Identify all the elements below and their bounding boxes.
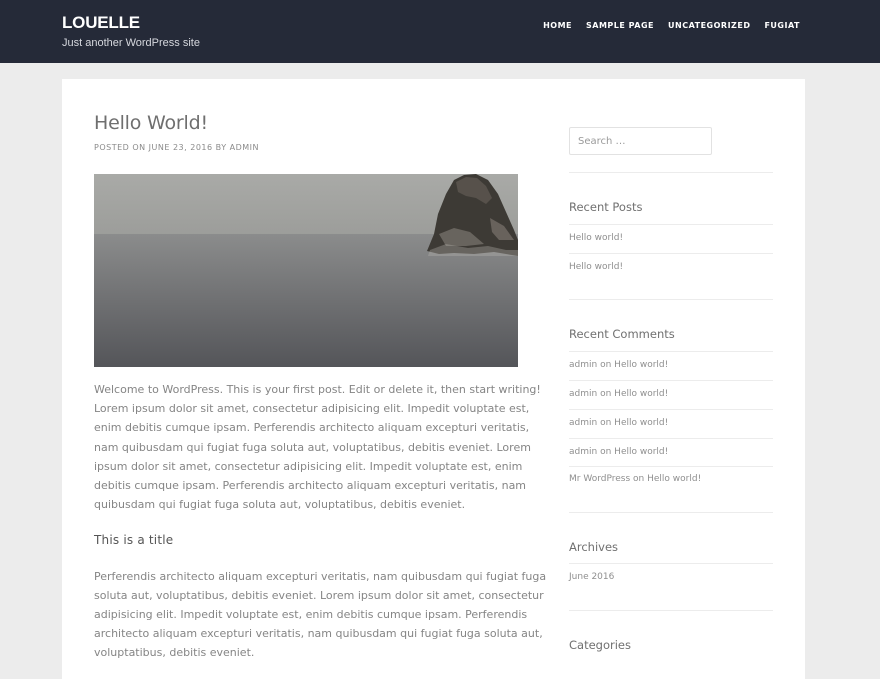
divider (569, 438, 773, 439)
comment-post-link[interactable]: Hello world! (614, 447, 668, 457)
categories-title: Categories (569, 638, 631, 652)
nav-fugiat[interactable]: FUGIAT (764, 20, 800, 32)
content-card: Hello World! POSTED ON JUNE 23, 2016 BY … (62, 79, 805, 679)
post-date-link[interactable]: JUNE 23, 2016 (149, 143, 213, 152)
sidebar: Recent Posts Hello world! Hello world! R… (569, 79, 773, 679)
recent-comment-item: admin on Hello world! (569, 360, 668, 370)
recent-comments-title: Recent Comments (569, 327, 675, 341)
comment-post-link[interactable]: Hello world! (614, 360, 668, 370)
search-input[interactable] (569, 127, 712, 155)
recent-post-item: Hello world! (569, 262, 623, 272)
comment-on: on (600, 447, 612, 457)
recent-post-link[interactable]: Hello world! (569, 262, 623, 272)
divider (569, 610, 773, 611)
sea-rock-image (94, 174, 518, 367)
archives-title: Archives (569, 540, 619, 554)
recent-post-link[interactable]: Hello world! (569, 233, 623, 243)
post-author-link[interactable]: ADMIN (230, 143, 259, 152)
recent-post-item: Hello world! (569, 233, 623, 243)
nav-uncategorized[interactable]: UNCATEGORIZED (668, 20, 750, 32)
recent-comment-item: Mr WordPress on Hello world! (569, 474, 701, 484)
meta-by: BY (215, 143, 227, 152)
comment-on: on (600, 360, 612, 370)
divider (569, 380, 773, 381)
archive-item: June 2016 (569, 572, 614, 582)
nav-home[interactable]: HOME (543, 20, 572, 32)
comment-author: admin (569, 447, 598, 457)
comment-post-link[interactable]: Hello world! (614, 418, 668, 428)
meta-posted-on: POSTED ON (94, 143, 146, 152)
post-subheading: This is a title (94, 533, 174, 548)
divider (569, 299, 773, 300)
recent-posts-title: Recent Posts (569, 200, 643, 214)
comment-author: admin (569, 389, 598, 399)
comment-author: admin (569, 418, 598, 428)
comment-on: on (600, 389, 612, 399)
main-navigation: HOME SAMPLE PAGE UNCATEGORIZED FUGIAT (543, 20, 800, 32)
divider (569, 253, 773, 254)
post-title[interactable]: Hello World! (94, 112, 208, 134)
nav-sample-page[interactable]: SAMPLE PAGE (586, 20, 654, 32)
divider (569, 351, 773, 352)
divider (569, 172, 773, 173)
divider (569, 563, 773, 564)
comment-on: on (633, 474, 645, 484)
post-paragraph-2: Perferendis architecto aliquam excepturi… (94, 569, 547, 660)
comment-author-link[interactable]: Mr WordPress (569, 474, 630, 484)
site-title[interactable]: LOUELLE (62, 13, 140, 33)
divider (569, 512, 773, 513)
comment-author: admin (569, 360, 598, 370)
recent-comment-item: admin on Hello world! (569, 418, 668, 428)
recent-comment-item: admin on Hello world! (569, 389, 668, 399)
comment-post-link[interactable]: Hello world! (614, 389, 668, 399)
featured-image (94, 174, 518, 367)
post-meta: POSTED ON JUNE 23, 2016 BY ADMIN (94, 143, 259, 152)
comment-on: on (600, 418, 612, 428)
archive-link[interactable]: June 2016 (569, 572, 614, 582)
site-tagline: Just another WordPress site (62, 37, 200, 49)
post-paragraph-1: Welcome to WordPress. This is your first… (94, 383, 541, 512)
recent-comment-item: admin on Hello world! (569, 447, 668, 457)
comment-post-link[interactable]: Hello world! (647, 474, 701, 484)
site-header: LOUELLE Just another WordPress site HOME… (0, 0, 880, 63)
divider (569, 224, 773, 225)
post-content: Welcome to WordPress. This is your first… (94, 380, 554, 663)
divider (569, 466, 773, 467)
divider (569, 409, 773, 410)
